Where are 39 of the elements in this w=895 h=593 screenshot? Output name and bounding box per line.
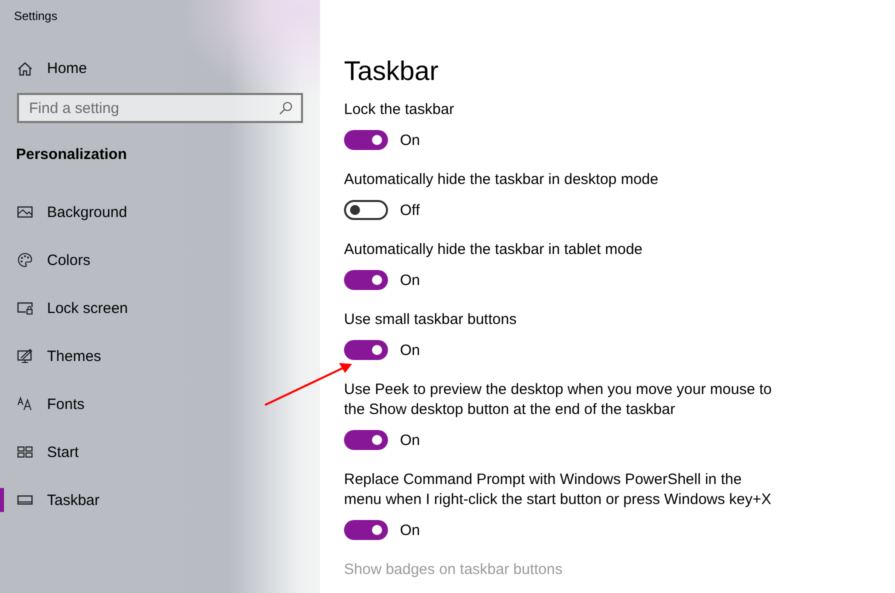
home-icon [17, 60, 33, 76]
home-link[interactable]: Home [17, 60, 88, 77]
sidebar-item[interactable]: Themes [17, 348, 102, 364]
toggle-switch[interactable] [344, 340, 388, 360]
setting-label: Automatically hide the taskbar in desktop mode [344, 170, 660, 190]
setting-label: Automatically hide the taskbar in tablet mode [344, 240, 644, 260]
toggle-switch[interactable] [344, 130, 388, 150]
sidebar-item[interactable]: Background [17, 204, 128, 220]
sidebar-item[interactable]: Lock screen [17, 300, 128, 316]
page-title: Taskbar [344, 56, 439, 88]
section-heading: Personalization [16, 146, 127, 163]
palette-icon [17, 252, 33, 268]
setting-label: Use Peek to preview the desktop when you move your mouse to the Show desktop button at the end of the taskbar [344, 380, 773, 420]
letters-icon [17, 396, 33, 412]
toggle-state: Off [400, 202, 420, 218]
toggle-switch[interactable] [344, 200, 388, 220]
sidebar-item[interactable]: Fonts [17, 396, 85, 412]
pen-monitor-icon [17, 348, 33, 364]
setting-label: Lock the taskbar [344, 100, 456, 120]
toggle-state: On [400, 342, 420, 358]
search-field[interactable]: Find a setting [17, 93, 303, 123]
setting-label: Show badges on taskbar buttons [344, 560, 564, 580]
sidebar-item[interactable]: Start [17, 444, 79, 460]
toggle-state: On [400, 432, 420, 448]
toggle-switch[interactable] [344, 520, 388, 540]
picture-icon [17, 204, 33, 220]
lock-screen-icon [17, 300, 33, 316]
sidebar-item[interactable]: Colors [17, 252, 90, 268]
setting-label: Replace Command Prompt with Windows PowerShell in the menu when I right-click the start button or press Windows key+X [344, 470, 772, 510]
toggle-state: On [400, 132, 420, 148]
toggle-switch[interactable] [344, 430, 388, 450]
toggle-state: On [400, 272, 420, 288]
tiles-icon [17, 444, 33, 460]
setting-label: Use small taskbar buttons [344, 310, 518, 330]
toggle-switch[interactable] [344, 270, 388, 290]
sidebar-item[interactable]: Taskbar [17, 492, 100, 508]
search-icon [279, 101, 293, 115]
toggle-state: On [400, 522, 420, 538]
window-title: Settings [13, 8, 58, 22]
